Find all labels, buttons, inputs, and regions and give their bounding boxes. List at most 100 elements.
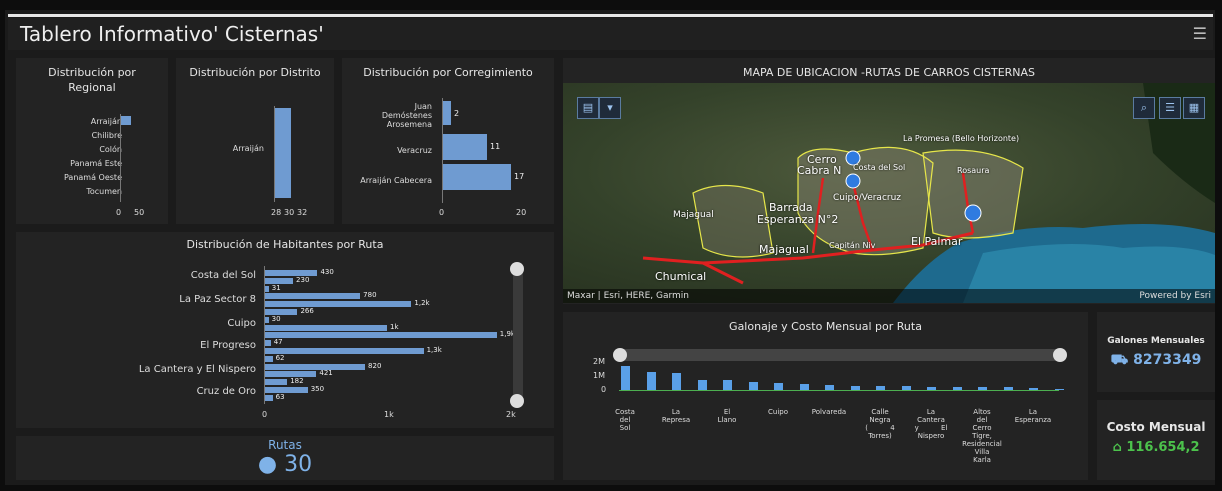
habitantes-bar[interactable] bbox=[265, 363, 366, 370]
habitantes-bar[interactable] bbox=[265, 355, 273, 362]
corregimiento-value: 11 bbox=[490, 142, 501, 151]
regional-axis bbox=[120, 114, 121, 202]
corregimiento-bar[interactable] bbox=[443, 101, 451, 125]
dropdown-button[interactable]: ▾ bbox=[599, 97, 621, 119]
map-view[interactable]: ▤ ▾ ⌕ ☰ ▦ Cerro Cabra N Costa del Sol Cu… bbox=[563, 83, 1215, 303]
regional-tick: 50 bbox=[134, 208, 145, 217]
map-powered-by[interactable]: Powered by Esri bbox=[1139, 291, 1211, 301]
galonaje-bar[interactable] bbox=[978, 387, 987, 390]
corregimiento-label: Veracruz bbox=[397, 146, 432, 155]
corregimiento-bar[interactable] bbox=[443, 134, 487, 160]
habitantes-value: 47 bbox=[273, 338, 283, 347]
habitantes-bar[interactable] bbox=[265, 309, 298, 315]
galonaje-bar[interactable] bbox=[952, 386, 962, 390]
corregimiento-label: Juan bbox=[414, 102, 432, 111]
galonaje-xlabel: La Cantera y El Nispero bbox=[914, 408, 948, 440]
map-label: Cabra N bbox=[797, 164, 842, 177]
habitantes-route-label: Cuipo bbox=[227, 318, 256, 329]
top-divider bbox=[8, 14, 1213, 17]
habitantes-title: Distribución de Habitantes por Ruta bbox=[186, 238, 384, 251]
galonaje-bar[interactable] bbox=[850, 385, 860, 390]
habitantes-bar[interactable] bbox=[265, 285, 269, 292]
galonaje-ytick: 2M bbox=[593, 357, 605, 366]
galonaje-bar[interactable] bbox=[825, 385, 834, 390]
map-label: La Promesa (Bello Horizonte) bbox=[903, 134, 1020, 143]
habitantes-scrollbar[interactable] bbox=[513, 270, 523, 400]
rutas-panel: Rutas ● 30 bbox=[16, 436, 554, 480]
corregimiento-value: 2 bbox=[454, 109, 460, 118]
map-label: Majagual bbox=[759, 243, 809, 256]
distrito-bar-arraijan[interactable] bbox=[275, 108, 291, 198]
map-label: Capitán Niv bbox=[829, 241, 876, 250]
galonaje-title: Galonaje y Costo Mensual por Ruta bbox=[729, 320, 922, 333]
dashboard-title: Tablero Informativo' Cisternas' bbox=[20, 22, 324, 46]
galonaje-ytick: 1M bbox=[593, 371, 605, 380]
corregimiento-label: Demóstenes bbox=[381, 111, 432, 120]
range-handle-right[interactable] bbox=[1053, 348, 1067, 362]
habitantes-bar[interactable] bbox=[265, 348, 424, 354]
habitantes-value: 62 bbox=[275, 353, 285, 362]
galonaje-bar[interactable] bbox=[799, 384, 809, 390]
galonaje-bar[interactable] bbox=[672, 373, 681, 390]
galonaje-bar[interactable] bbox=[723, 380, 732, 390]
habitantes-panel: Distribución de Habitantes por Ruta 430 2… bbox=[16, 232, 554, 428]
galonaje-xlabel: Calle Negra ( 4 Torres) bbox=[865, 408, 895, 440]
costo-label: Costo Mensual bbox=[1106, 420, 1206, 434]
habitantes-bar[interactable] bbox=[265, 394, 273, 401]
habitantes-bar[interactable] bbox=[265, 301, 412, 308]
galonaje-range-track[interactable] bbox=[619, 349, 1061, 361]
habitantes-bar[interactable] bbox=[265, 324, 387, 331]
costo-value: 116.654,2 bbox=[1126, 440, 1200, 455]
habitantes-value: 820 bbox=[368, 361, 382, 370]
regional-label: Arraiján bbox=[90, 117, 122, 126]
habitantes-value: 182 bbox=[290, 377, 304, 386]
legend-icon[interactable]: ☰ bbox=[1159, 97, 1181, 119]
habitantes-bar[interactable] bbox=[265, 293, 361, 300]
galones-panel: Galones Mensuales ⛟ 8273349 bbox=[1097, 312, 1215, 392]
map-label: Esperanza N°2 bbox=[757, 213, 839, 226]
map-label: Majagual bbox=[673, 210, 714, 220]
galonaje-xlabel: La Esperanza bbox=[1014, 408, 1052, 424]
galonaje-bar[interactable] bbox=[646, 371, 656, 390]
habitantes-tick: 1k bbox=[384, 410, 394, 419]
galonaje-bar[interactable] bbox=[1054, 388, 1064, 390]
distrito-tick: 32 bbox=[297, 208, 308, 217]
habitantes-bar[interactable] bbox=[265, 340, 271, 347]
habitantes-bar[interactable] bbox=[265, 316, 269, 323]
galonaje-bar[interactable] bbox=[1029, 387, 1038, 390]
corregimiento-bar[interactable] bbox=[443, 164, 511, 190]
galonaje-bar[interactable] bbox=[927, 386, 936, 390]
hamburger-icon[interactable]: ☰ bbox=[1193, 24, 1207, 43]
map-label: Rosaura bbox=[957, 166, 990, 175]
layer-list-button[interactable]: ▤ bbox=[577, 97, 599, 119]
map-attribution: Maxar | Esri, HERE, Garmin bbox=[567, 291, 689, 301]
map-label: Cuipo/Veracruz bbox=[833, 193, 902, 203]
map-title: MAPA DE UBICACION -RUTAS DE CARROS CISTE… bbox=[742, 66, 1036, 79]
galonaje-xlabel: Costa del Sol bbox=[615, 408, 635, 432]
galonaje-bar[interactable] bbox=[748, 381, 758, 390]
scroll-handle-bottom[interactable] bbox=[510, 394, 524, 408]
galonaje-bar[interactable] bbox=[697, 379, 707, 390]
habitantes-value: 421 bbox=[319, 369, 333, 378]
corregimiento-tick: 0 bbox=[439, 208, 445, 217]
galonaje-bar[interactable] bbox=[621, 365, 630, 390]
scroll-handle-top[interactable] bbox=[510, 262, 524, 276]
habitantes-bar[interactable] bbox=[265, 332, 497, 339]
habitantes-bar[interactable] bbox=[265, 270, 318, 276]
habitantes-bar[interactable] bbox=[265, 387, 308, 393]
range-handle-left[interactable] bbox=[613, 348, 627, 362]
search-icon[interactable]: ⌕ bbox=[1133, 97, 1155, 119]
regional-title-2: Regional bbox=[68, 81, 116, 94]
habitantes-route-label: La Cantera y El Nispero bbox=[138, 364, 256, 375]
galonaje-bar[interactable] bbox=[901, 386, 911, 390]
habitantes-value: 30 bbox=[271, 314, 281, 323]
galonaje-bar[interactable] bbox=[876, 385, 885, 390]
galonaje-bar[interactable] bbox=[1003, 387, 1013, 390]
habitantes-value: 230 bbox=[296, 275, 310, 284]
regional-label: Colón bbox=[99, 145, 122, 154]
habitantes-bar[interactable] bbox=[265, 379, 288, 386]
regional-bar-arraijan[interactable] bbox=[121, 116, 131, 125]
galonaje-xlabel: Polvareda bbox=[811, 408, 847, 416]
basemap-icon[interactable]: ▦ bbox=[1183, 97, 1205, 119]
galonaje-bar[interactable] bbox=[774, 383, 783, 390]
